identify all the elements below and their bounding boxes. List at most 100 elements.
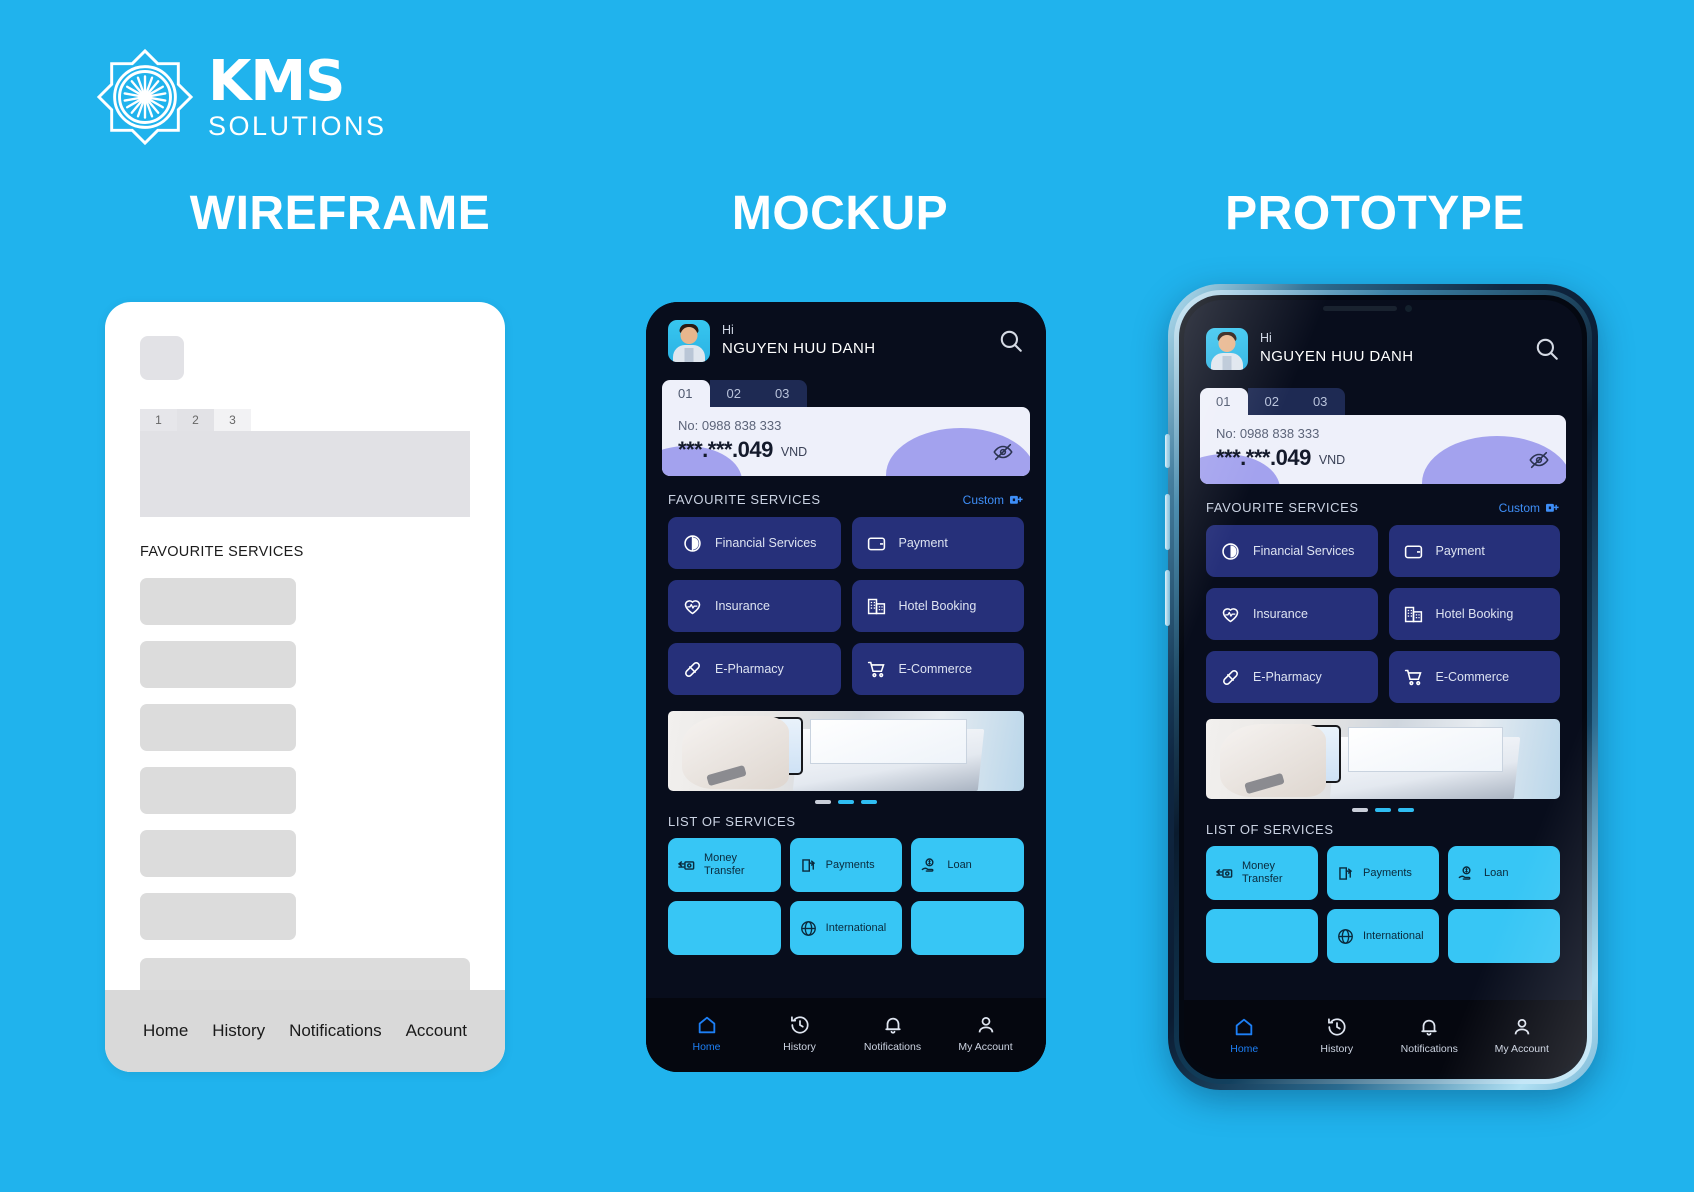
eye-off-icon[interactable] xyxy=(1528,449,1550,471)
wireframe-chip[interactable] xyxy=(140,830,296,877)
add-widget-icon xyxy=(1546,502,1560,513)
fav-insurance[interactable]: Insurance xyxy=(668,580,841,632)
fav-e-commerce[interactable]: E-Commerce xyxy=(851,643,1024,695)
balance-tab-03[interactable]: 03 xyxy=(1296,388,1346,415)
wireframe-tab-1[interactable]: 1 xyxy=(140,409,177,431)
phone-volume-up-button[interactable] xyxy=(1165,494,1170,550)
heading-wireframe: WIREFRAME xyxy=(189,187,491,240)
nav-my-account[interactable]: My Account xyxy=(939,1014,1032,1053)
wireframe-chip[interactable] xyxy=(140,767,296,814)
service-row2-c[interactable] xyxy=(1448,909,1560,963)
wireframe-tabs[interactable]: 1 2 3 xyxy=(140,409,470,431)
nav-my-account[interactable]: My Account xyxy=(1476,1016,1569,1055)
service-row2-c[interactable] xyxy=(911,901,1024,955)
greeting-text: Hi xyxy=(722,323,734,338)
kms-logo: KMS SOLUTIONS xyxy=(96,48,387,146)
balance-tab-02[interactable]: 02 xyxy=(1248,388,1297,415)
wireframe-tab-2[interactable]: 2 xyxy=(177,409,214,431)
balance-tabs[interactable]: 01 02 03 xyxy=(1200,388,1566,415)
service-loan[interactable]: Loan xyxy=(911,838,1024,892)
promo-banner[interactable] xyxy=(668,711,1024,791)
nav-notifications[interactable]: Notifications xyxy=(1383,1016,1476,1055)
favourite-title: FAVOURITE SERVICES xyxy=(668,492,821,507)
balance-tab-01[interactable]: 01 xyxy=(662,380,711,407)
heart-pulse-icon xyxy=(1220,604,1241,625)
fav-e-pharmacy[interactable]: E-Pharmacy xyxy=(668,643,841,695)
nav-label: Notifications xyxy=(1400,1042,1458,1055)
avatar[interactable] xyxy=(668,320,710,362)
wireframe-tab-3[interactable]: 3 xyxy=(214,409,251,431)
custom-label: Custom xyxy=(962,492,1004,507)
nav-home[interactable]: Home xyxy=(1198,1016,1291,1055)
balance-tab-02[interactable]: 02 xyxy=(710,380,759,407)
nav-history[interactable]: History xyxy=(753,1014,846,1053)
list-of-services-title: LIST OF SERVICES xyxy=(668,814,796,829)
fav-label: E-Pharmacy xyxy=(1253,670,1322,684)
avatar[interactable] xyxy=(1206,328,1248,370)
mockup-app-screen: Hi NGUYEN HUU DANH 01 02 03 No: 0988 838… xyxy=(646,302,1046,1072)
wireframe-nav-history[interactable]: History xyxy=(212,1021,265,1041)
shopping-cart-icon xyxy=(866,659,887,680)
service-payments[interactable]: Payments xyxy=(789,838,903,892)
mockup-phone: Hi NGUYEN HUU DANH 01 02 03 No: 0988 838… xyxy=(646,302,1046,1072)
wireframe-nav-home[interactable]: Home xyxy=(143,1021,188,1041)
wireframe-chip[interactable] xyxy=(140,641,296,688)
wireframe-chip[interactable] xyxy=(140,578,296,625)
add-widget-icon xyxy=(1010,494,1024,505)
list-of-services-title: LIST OF SERVICES xyxy=(1206,822,1334,837)
heart-pulse-icon xyxy=(682,596,703,617)
wireframe-chip[interactable] xyxy=(140,893,296,940)
wireframe-nav-notifications[interactable]: Notifications xyxy=(289,1021,382,1041)
account-number: No: 0988 838 333 xyxy=(1216,426,1320,441)
service-payments[interactable]: Payments xyxy=(1327,846,1439,900)
fav-financial-services[interactable]: Financial Services xyxy=(668,517,841,569)
front-camera-icon xyxy=(1405,305,1412,312)
custom-button[interactable]: Custom xyxy=(1499,501,1560,515)
service-international[interactable]: International xyxy=(1327,909,1439,963)
custom-button[interactable]: Custom xyxy=(963,493,1024,507)
nav-notifications[interactable]: Notifications xyxy=(846,1014,939,1053)
service-label: Money Transfer xyxy=(704,852,745,877)
fav-hotel-booking[interactable]: Hotel Booking xyxy=(1388,588,1560,640)
home-icon xyxy=(696,1014,718,1036)
search-icon[interactable] xyxy=(1534,336,1560,362)
fav-insurance[interactable]: Insurance xyxy=(1206,588,1378,640)
service-money-transfer[interactable]: Money Transfer xyxy=(1206,846,1318,900)
nav-label: My Account xyxy=(958,1040,1013,1053)
fav-label: Insurance xyxy=(1253,607,1308,621)
nav-home[interactable]: Home xyxy=(660,1014,753,1053)
favourite-grid: Financial Services Payment Insurance Hot… xyxy=(1184,525,1582,703)
fav-payment[interactable]: Payment xyxy=(1388,525,1560,577)
fav-hotel-booking[interactable]: Hotel Booking xyxy=(851,580,1024,632)
phone-mute-button[interactable] xyxy=(1165,434,1170,468)
service-row2-a[interactable] xyxy=(1206,909,1318,963)
phone-volume-down-button[interactable] xyxy=(1165,570,1170,626)
coin-icon xyxy=(1220,541,1241,562)
fav-e-pharmacy[interactable]: E-Pharmacy xyxy=(1206,651,1378,703)
eye-off-icon[interactable] xyxy=(992,441,1014,463)
fav-payment[interactable]: Payment xyxy=(851,517,1024,569)
service-label: International xyxy=(825,921,887,934)
wireframe-nav-account[interactable]: Account xyxy=(406,1021,467,1041)
fav-label: Insurance xyxy=(715,599,770,613)
service-row2-a[interactable] xyxy=(668,901,781,955)
wallet-icon xyxy=(866,533,887,554)
pill-icon xyxy=(682,659,703,680)
service-money-transfer[interactable]: Money Transfer xyxy=(668,838,781,892)
balance-tab-01[interactable]: 01 xyxy=(1200,388,1249,415)
fav-financial-services[interactable]: Financial Services xyxy=(1206,525,1378,577)
service-loan[interactable]: Loan xyxy=(1448,846,1560,900)
service-international[interactable]: International xyxy=(789,901,903,955)
fav-e-commerce[interactable]: E-Commerce xyxy=(1388,651,1560,703)
balance-tabs[interactable]: 01 02 03 xyxy=(662,380,1030,407)
fav-label: E-Commerce xyxy=(898,662,973,676)
search-icon[interactable] xyxy=(998,328,1024,354)
promo-banner[interactable] xyxy=(1206,719,1560,799)
balance-tab-03[interactable]: 03 xyxy=(758,380,808,407)
custom-label: Custom xyxy=(1498,500,1540,515)
favourite-section-header: FAVOURITE SERVICES Custom xyxy=(1184,484,1582,525)
wireframe-chip[interactable] xyxy=(140,704,296,751)
nav-label: History xyxy=(783,1040,816,1053)
nav-history[interactable]: History xyxy=(1291,1016,1384,1055)
account-number: No: 0988 838 333 xyxy=(678,418,782,433)
